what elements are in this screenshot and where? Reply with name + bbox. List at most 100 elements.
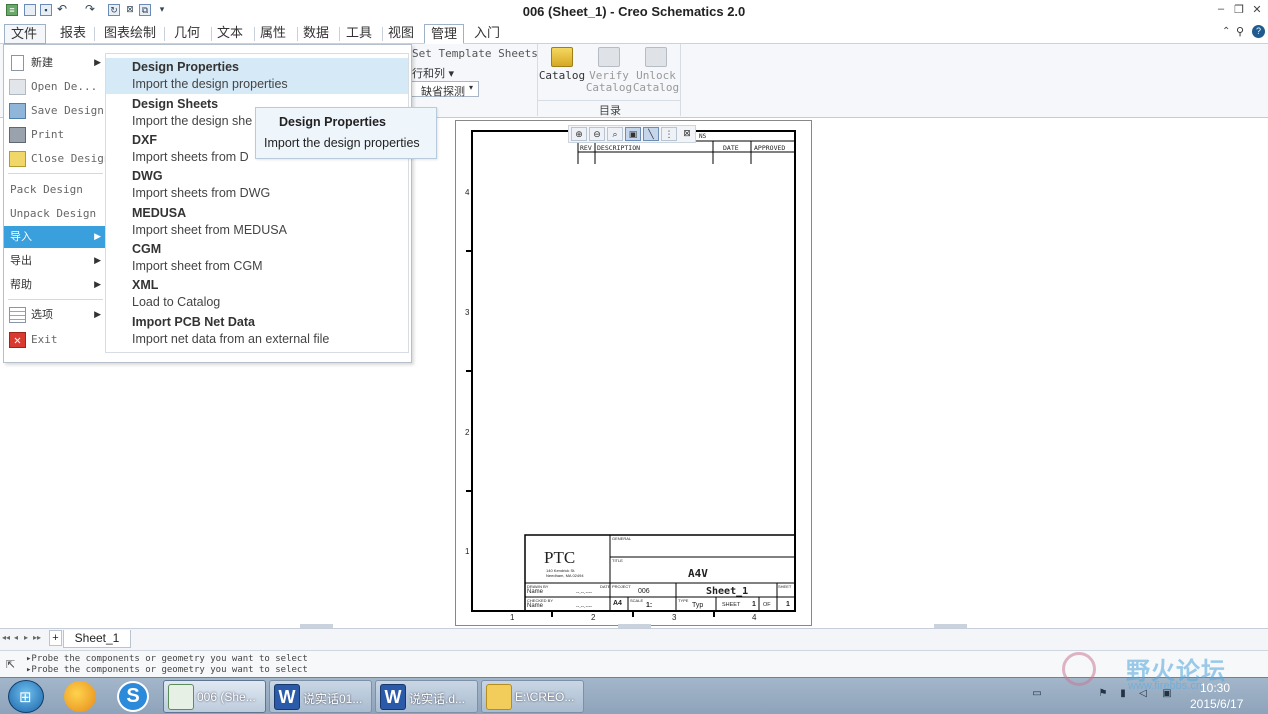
tab-start[interactable]: 入门 — [468, 24, 506, 44]
menu-item-export[interactable]: 导出 ▶ — [4, 250, 105, 272]
ptc-logo: PTC — [544, 548, 576, 567]
schematic-sheet[interactable]: ⊕ ⊖ ⌕ ▣ ╲ ⋮ ⊠ NS REV DESCRIPTION DATE AP… — [455, 120, 812, 626]
set-template-sheets-button[interactable]: Set Template Sheets — [412, 47, 538, 60]
sogou-app-icon[interactable]: S — [117, 681, 149, 712]
unlock-catalog-button[interactable]: Unlock Catalog — [632, 44, 680, 94]
chevron-right-icon: ▶ — [94, 256, 101, 266]
tab-diagram[interactable]: 图表绘制 — [98, 24, 162, 44]
catalog-icon — [551, 47, 573, 67]
restore-button[interactable]: ❐ — [1232, 3, 1246, 16]
submenu-item-design-properties[interactable]: Design Properties Import the design prop… — [106, 58, 408, 94]
zoom-area-icon[interactable]: ⌕ — [607, 127, 623, 141]
clock-date[interactable]: 2015/6/17 — [1190, 697, 1243, 711]
pointer-icon[interactable]: ⇱ — [6, 658, 15, 671]
submenu-item-xml[interactable]: XML Load to Catalog — [106, 276, 408, 312]
tab-text[interactable]: 文本 — [211, 24, 249, 44]
zoom-fit-icon[interactable]: ▣ — [625, 127, 641, 141]
of-number: 1 — [786, 601, 790, 608]
submenu-title: XML — [132, 278, 159, 292]
tab-tools[interactable]: 工具 — [340, 24, 378, 44]
group-divider — [680, 44, 681, 116]
task-label: 说实话.d... — [409, 692, 466, 706]
next-sheet-button[interactable]: ▸ — [24, 633, 28, 642]
watermark-url: www.firebbs.cn — [1128, 680, 1202, 692]
menu-item-label: 导入 — [10, 230, 32, 243]
menu-item-open-design[interactable]: Open De... — [4, 76, 105, 98]
action-center-icon[interactable]: ⚑ — [1096, 688, 1110, 702]
new-file-icon — [11, 55, 24, 71]
menu-item-print[interactable]: Print — [4, 124, 105, 146]
menu-item-save-design[interactable]: Save Design — [4, 100, 105, 122]
submenu-item-import-pcb-net-data[interactable]: Import PCB Net Data Import net data from… — [106, 313, 408, 349]
menu-item-label: Unpack Design — [10, 207, 97, 220]
minimize-button[interactable]: ‒ — [1214, 3, 1228, 15]
taskbar-task-word-1[interactable]: W 说实话01... — [269, 680, 372, 713]
menu-item-new[interactable]: 新建 ▶ — [4, 52, 105, 74]
taskbar-task-word-2[interactable]: W 说实话.d... — [375, 680, 478, 713]
type-label: TYPE — [678, 598, 689, 603]
date-header: DATE — [723, 144, 739, 152]
open-design-icon — [9, 79, 26, 95]
first-sheet-button[interactable]: ◂◂ — [2, 633, 10, 642]
date-label: DATE — [600, 584, 611, 589]
close-window-button[interactable]: ✕ — [1250, 3, 1264, 16]
zoom-in-icon[interactable]: ⊕ — [571, 127, 587, 141]
sheet-tab-sheet-1[interactable]: Sheet_1 — [63, 630, 131, 648]
prev-sheet-button[interactable]: ◂ — [14, 633, 18, 642]
word-icon: W — [274, 684, 300, 710]
submenu-item-cgm[interactable]: CGM Import sheet from CGM — [106, 240, 408, 276]
keyboard-icon[interactable]: ▭ — [1030, 688, 1044, 702]
menu-item-pack-design[interactable]: Pack Design — [4, 179, 105, 201]
import-submenu: Design Properties Import the design prop… — [105, 53, 409, 353]
tooltip: Design Properties Import the design prop… — [255, 107, 437, 159]
submenu-desc: Import net data from an external file — [132, 332, 330, 346]
tab-properties[interactable]: 属性 — [254, 24, 292, 44]
menu-item-options[interactable]: 选项 ▶ — [4, 304, 105, 326]
chevron-right-icon: ▶ — [94, 232, 101, 242]
tab-view[interactable]: 视图 — [382, 24, 420, 44]
last-sheet-button[interactable]: ▸▸ — [33, 633, 41, 642]
tab-report[interactable]: 报表 — [54, 24, 92, 44]
scale-value: 1: — [646, 602, 653, 609]
row-label: 1 — [465, 547, 470, 556]
paint-app-icon[interactable] — [64, 681, 96, 712]
of-label: OF — [763, 602, 771, 608]
rows-cols-button[interactable]: 行和列 ▾ — [412, 65, 454, 81]
sheet-name: Sheet_1 — [706, 586, 749, 597]
taskbar-task-creo[interactable]: 006 (She... — [163, 680, 266, 713]
tab-data[interactable]: 数据 — [297, 24, 335, 44]
menu-item-import[interactable]: 导入 ▶ — [4, 226, 105, 248]
tab-geometry[interactable]: 几何 — [168, 24, 206, 44]
verify-catalog-button[interactable]: Verify Catalog — [585, 44, 633, 94]
menu-item-label: Open De... — [31, 80, 98, 93]
catalog-button[interactable]: Catalog — [538, 44, 586, 82]
zoom-out-icon[interactable]: ⊖ — [589, 127, 605, 141]
taskbar-task-explorer[interactable]: E:\CREO... — [481, 680, 584, 713]
submenu-item-dwg[interactable]: DWG Import sheets from DWG — [106, 167, 408, 203]
menu-item-help[interactable]: 帮助 ▶ — [4, 274, 105, 296]
chevron-right-icon: ▶ — [94, 58, 101, 68]
select-icon[interactable]: ╲ — [643, 127, 659, 141]
address-line: Needham, MA 02494 — [546, 573, 584, 578]
status-message: ▸Probe the components or geometry you wa… — [26, 665, 308, 675]
menu-item-close-design[interactable]: Close Design — [4, 148, 110, 170]
watermark-logo-icon — [1062, 652, 1096, 686]
menu-item-unpack-design[interactable]: Unpack Design — [4, 203, 105, 225]
submenu-title: DXF — [132, 133, 157, 147]
sheet-size: A4 — [613, 600, 622, 607]
search-icon[interactable]: ⚲ — [1236, 25, 1244, 38]
grid-icon[interactable]: ⋮ — [661, 127, 677, 141]
row-label: 4 — [465, 188, 470, 197]
tab-manage[interactable]: 管理 — [424, 24, 465, 44]
tab-file[interactable]: 文件▾ — [4, 24, 46, 60]
start-button[interactable]: ⊞ — [8, 680, 44, 713]
help-icon[interactable]: ? — [1252, 25, 1265, 38]
menu-item-exit[interactable]: ✕ Exit — [4, 329, 105, 351]
close-icon[interactable]: ⊠ — [679, 127, 695, 141]
add-sheet-button[interactable]: + — [49, 630, 62, 646]
submenu-item-medusa[interactable]: MEDUSA Import sheet from MEDUSA — [106, 204, 408, 240]
collapse-ribbon-icon[interactable]: ⌃ — [1222, 26, 1230, 37]
group-label-divider — [538, 100, 680, 101]
default-probe-select[interactable]: 缺省探测 ▾ — [410, 81, 479, 98]
description-header: DESCRIPTION — [597, 144, 641, 152]
